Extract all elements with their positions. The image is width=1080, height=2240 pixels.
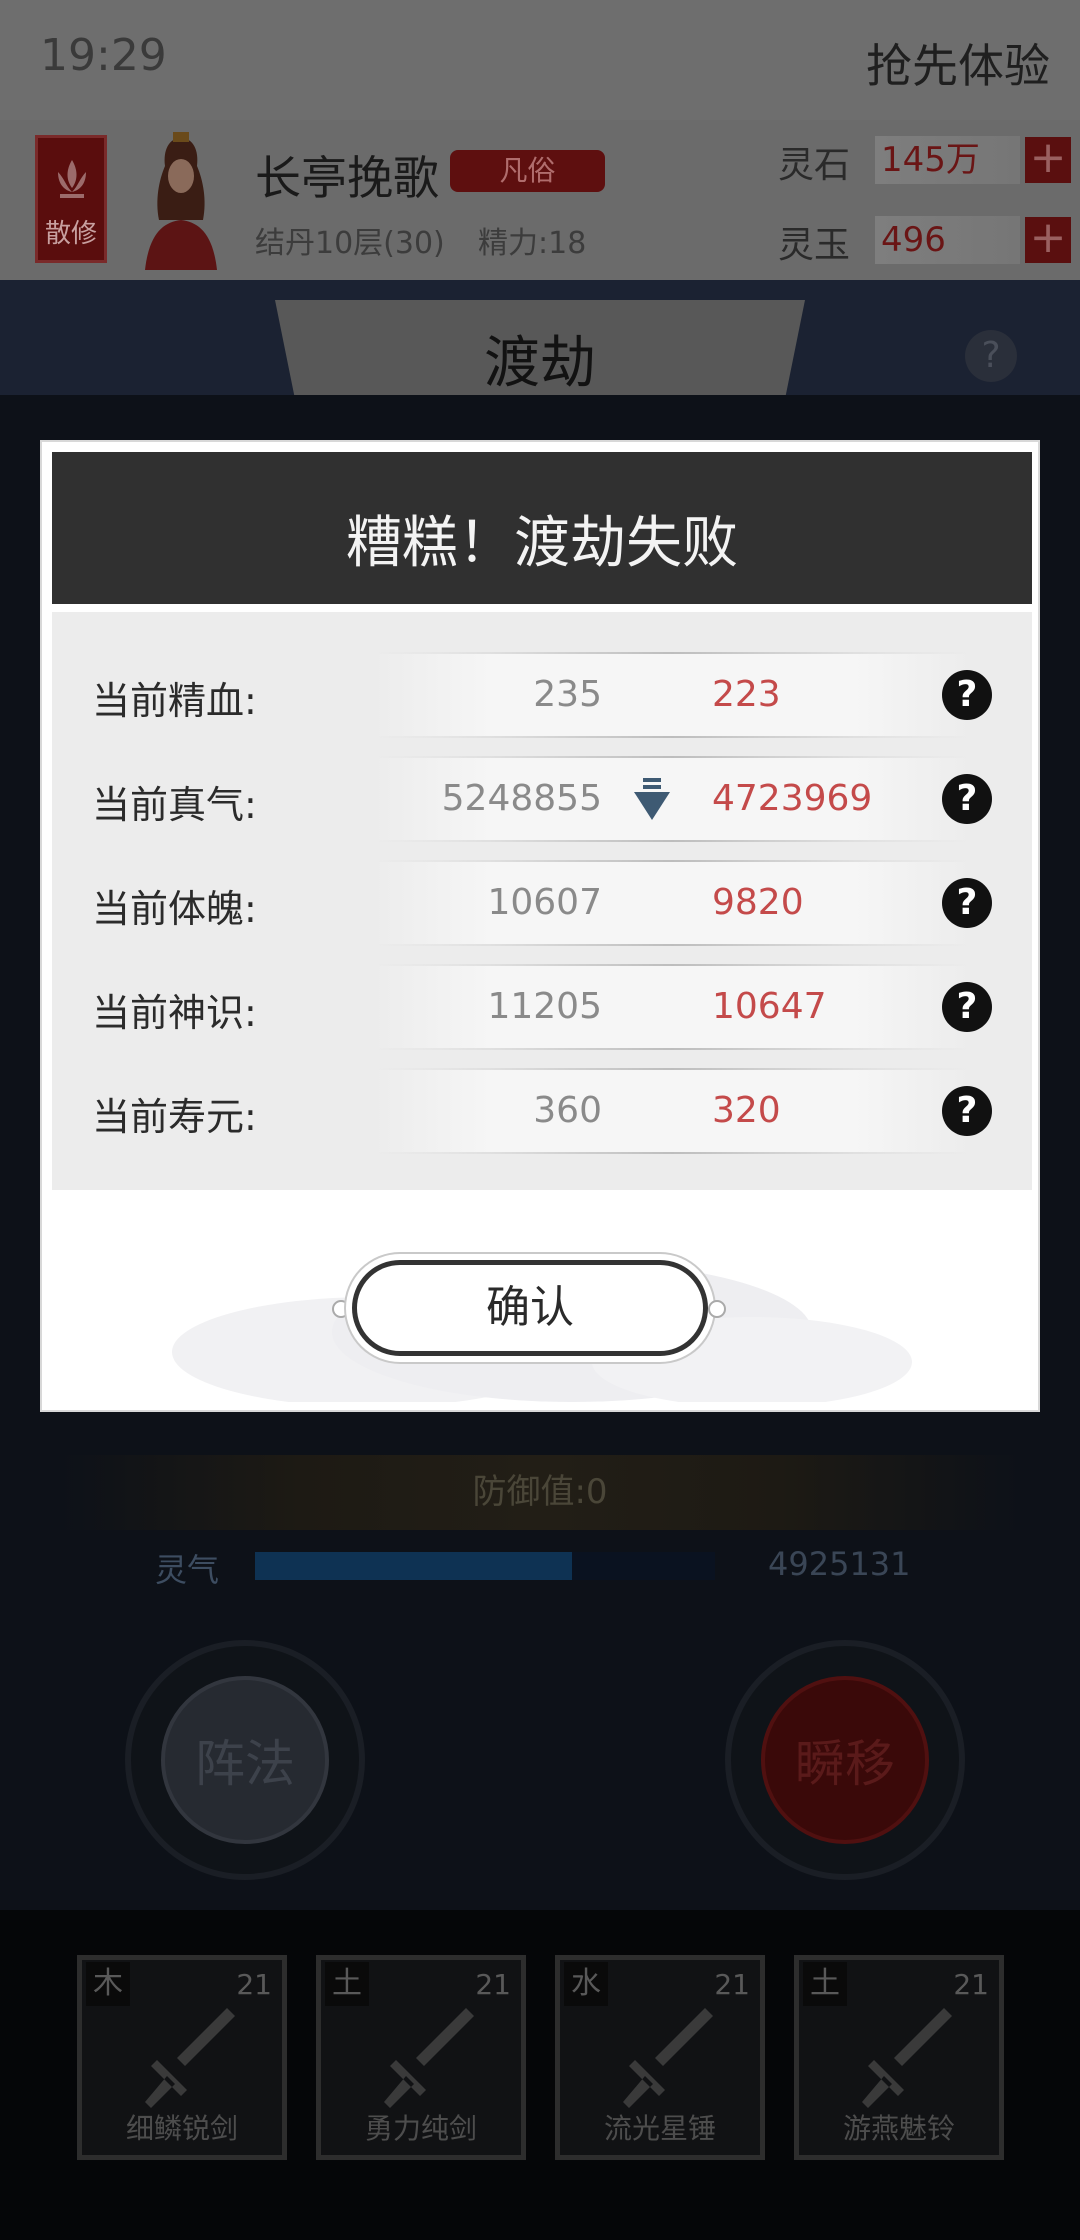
qi-label: 灵气 <box>155 1551 220 1589</box>
decrease-arrow-icon <box>634 778 670 820</box>
page-title: 渡劫 <box>484 331 596 396</box>
stat-old-value: 11205 <box>487 986 602 1027</box>
defense-value: 防御值:0 <box>60 1455 1020 1530</box>
realm-level: 结丹10层(30) <box>255 226 445 261</box>
formation-skill-label: 阵法 <box>161 1676 329 1844</box>
item-level: 21 <box>953 1968 989 2001</box>
sword-icon <box>145 2008 235 2108</box>
stat-help-button[interactable]: ? <box>942 1086 992 1136</box>
qi-progress-fill <box>255 1552 573 1580</box>
bell-icon <box>862 2008 952 2108</box>
stat-label: 当前寿元: <box>92 1095 257 1139</box>
stat-new-value: 4723969 <box>712 778 873 819</box>
qi-value: 4925131 <box>768 1545 911 1583</box>
spirit-stone-label: 灵石 <box>778 145 851 186</box>
spirit-jade-add-button[interactable]: + <box>1025 216 1071 263</box>
stat-label: 当前精血: <box>92 679 257 723</box>
item-slot[interactable]: 水 21 流光星锤 <box>555 1955 765 2160</box>
item-name: 流光星锤 <box>603 2112 716 2145</box>
stat-row-blood: 当前精血: 235 223 ? <box>52 652 1032 738</box>
item-element: 土 <box>325 1962 369 2006</box>
stat-old-value: 10607 <box>487 882 602 923</box>
teleport-skill-label: 瞬移 <box>761 1676 929 1844</box>
player-header: 散修 长亭挽歌 凡俗 结丹10层(30) 精力:18 灵石 145万 + 灵玉 … <box>0 120 1080 280</box>
lotus-icon <box>58 160 86 198</box>
early-access-link[interactable]: 抢先体验 <box>866 30 1050 96</box>
stat-row-lifespan: 当前寿元: 360 320 ? <box>52 1068 1032 1154</box>
stat-help-button[interactable]: ? <box>942 982 992 1032</box>
stat-row-spirit: 当前神识: 11205 10647 ? <box>52 964 1032 1050</box>
stat-new-value: 223 <box>712 674 781 715</box>
player-name: 长亭挽歌 <box>255 151 439 205</box>
confirm-ornament-left <box>332 1300 350 1318</box>
spirit-stone-value: 145万 <box>875 136 1020 184</box>
item-element: 土 <box>803 1962 847 2006</box>
page-title-tab: 渡劫 <box>275 300 805 405</box>
clock: 19:29 <box>40 30 167 81</box>
energy-value: 精力:18 <box>478 226 587 261</box>
stat-label: 当前真气: <box>92 783 257 827</box>
stat-new-value: 9820 <box>712 882 804 923</box>
stat-help-button[interactable]: ? <box>942 774 992 824</box>
page-help-button[interactable]: ? <box>965 330 1017 382</box>
formation-skill-button[interactable]: 阵法 <box>125 1640 365 1880</box>
dialog-header: 糟糕！渡劫失败 <box>52 452 1032 604</box>
item-level: 21 <box>714 1968 750 2001</box>
tribulation-result-dialog: 糟糕！渡劫失败 当前精血: 235 223 ? 当前真气: 5248855 47… <box>40 440 1040 1412</box>
stat-help-button[interactable]: ? <box>942 670 992 720</box>
item-level: 21 <box>475 1968 511 2001</box>
confirm-button-frame: 确认 <box>332 1254 742 1364</box>
sect-label: 散修 <box>44 219 97 249</box>
spirit-stone-add-button[interactable]: + <box>1025 136 1071 183</box>
spirit-jade-value: 496 <box>875 216 1020 264</box>
status-bar: 19:29 抢先体验 <box>0 0 1080 120</box>
confirm-button[interactable]: 确认 <box>352 1260 708 1356</box>
item-level: 21 <box>236 1968 272 2001</box>
rank-badge: 凡俗 <box>450 150 605 192</box>
stat-help-button[interactable]: ? <box>942 878 992 928</box>
qi-progress-bar <box>255 1552 715 1580</box>
stat-new-value: 10647 <box>712 986 827 1027</box>
item-slot[interactable]: 土 21 勇力纯剑 <box>316 1955 526 2160</box>
stat-row-qi: 当前真气: 5248855 4723969 ? <box>52 756 1032 842</box>
avatar[interactable] <box>135 130 227 270</box>
stat-row-body: 当前体魄: 10607 9820 ? <box>52 860 1032 946</box>
stats-list: 当前精血: 235 223 ? 当前真气: 5248855 4723969 ? … <box>52 612 1032 1190</box>
item-element: 木 <box>86 1962 130 2006</box>
stat-old-value: 360 <box>533 1090 602 1131</box>
spirit-jade-label: 灵玉 <box>778 225 851 266</box>
item-slot[interactable]: 土 21 游燕魅铃 <box>794 1955 1004 2160</box>
teleport-skill-button[interactable]: 瞬移 <box>725 1640 965 1880</box>
dialog-title: 糟糕！渡劫失败 <box>346 511 738 576</box>
item-name: 勇力纯剑 <box>364 2112 477 2145</box>
item-name: 细鳞锐剑 <box>125 2112 238 2145</box>
stat-label: 当前体魄: <box>92 887 257 931</box>
sword-icon <box>384 2008 474 2108</box>
item-element: 水 <box>564 1962 608 2006</box>
stat-new-value: 320 <box>712 1090 781 1131</box>
sect-badge[interactable]: 散修 <box>35 135 107 263</box>
stat-old-value: 5248855 <box>441 778 602 819</box>
item-slot[interactable]: 木 21 细鳞锐剑 <box>77 1955 287 2160</box>
stat-old-value: 235 <box>533 674 602 715</box>
hammer-icon <box>623 2008 713 2108</box>
confirm-ornament-right <box>708 1300 726 1318</box>
stat-label: 当前神识: <box>92 991 257 1035</box>
item-name: 游燕魅铃 <box>842 2112 955 2145</box>
